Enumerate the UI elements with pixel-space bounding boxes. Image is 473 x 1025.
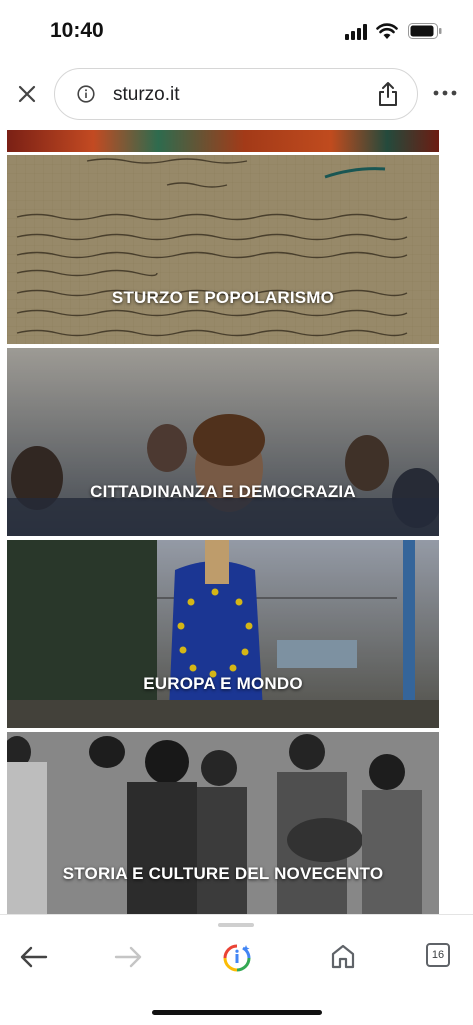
- share-icon[interactable]: [377, 81, 399, 107]
- more-icon[interactable]: [433, 90, 457, 96]
- status-time: 10:40: [50, 19, 104, 42]
- historical-photo: [7, 732, 439, 914]
- close-icon[interactable]: [16, 83, 38, 105]
- header-image-strip: [7, 130, 439, 152]
- section-title[interactable]: STORIA E CULTURE DEL NOVECENTO: [7, 864, 439, 884]
- tabs-icon[interactable]: 16: [426, 943, 450, 967]
- info-icon[interactable]: [77, 85, 95, 103]
- drag-handle[interactable]: [218, 923, 254, 927]
- section-title[interactable]: CITTADINANZA E DEMOCRAZIA: [7, 482, 439, 502]
- browser-toolbar: sturzo.it: [0, 64, 473, 124]
- address-bar[interactable]: sturzo.it: [54, 68, 418, 120]
- manuscript-image: [7, 155, 439, 344]
- forward-icon[interactable]: [114, 945, 142, 969]
- home-indicator[interactable]: [152, 1010, 322, 1015]
- eu-flag-photo: [7, 540, 439, 728]
- home-icon[interactable]: [330, 943, 356, 969]
- crowd-photo: [7, 348, 439, 536]
- url-text[interactable]: sturzo.it: [113, 84, 180, 106]
- section-card-europa[interactable]: EUROPA E MONDO: [7, 540, 439, 728]
- section-card-cittadinanza[interactable]: CITTADINANZA E DEMOCRAZIA: [7, 348, 439, 536]
- wifi-icon: [376, 23, 398, 39]
- back-icon[interactable]: [20, 945, 48, 969]
- google-lens-icon[interactable]: [222, 943, 252, 973]
- signal-icon: [345, 24, 367, 40]
- section-card-storia[interactable]: STORIA E CULTURE DEL NOVECENTO: [7, 732, 439, 914]
- browser-bottom-bar: 16: [0, 914, 473, 1025]
- battery-icon: [408, 23, 442, 39]
- status-bar: 10:40: [0, 0, 473, 60]
- section-card-sturzo[interactable]: STURZO E POPOLARISMO: [7, 155, 439, 344]
- section-title[interactable]: STURZO E POPOLARISMO: [7, 288, 439, 308]
- section-title[interactable]: EUROPA E MONDO: [7, 674, 439, 694]
- page-content: STURZO E POPOLARISMO CITTADINANZA E DEMO…: [0, 128, 473, 914]
